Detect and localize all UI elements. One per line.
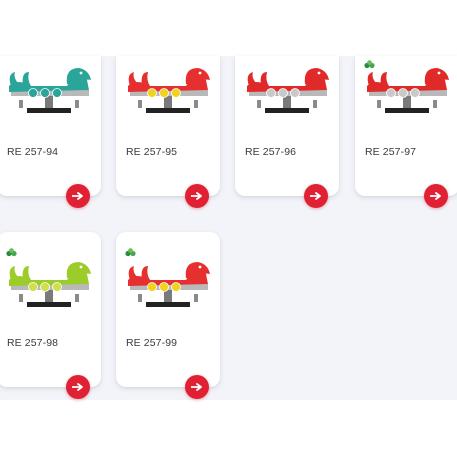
product-image: [235, 56, 339, 136]
arrow-right-icon: [191, 192, 202, 200]
arrow-right-icon: [72, 383, 83, 391]
product-image: [0, 56, 101, 136]
product-code: RE 257-97: [365, 146, 417, 158]
product-image: [355, 56, 457, 136]
open-product-button[interactable]: [66, 184, 90, 208]
open-product-button[interactable]: [304, 184, 328, 208]
arrow-right-icon: [72, 192, 83, 200]
open-product-button[interactable]: [185, 184, 209, 208]
product-card[interactable]: RE 257-99: [116, 232, 220, 399]
product-code: RE 257-96: [245, 146, 297, 158]
product-code: RE 257-94: [7, 146, 59, 158]
product-card[interactable]: RE 257-98: [0, 232, 101, 399]
product-card[interactable]: RE 257-94: [0, 56, 101, 208]
open-product-button[interactable]: [185, 375, 209, 399]
arrow-right-icon: [430, 192, 441, 200]
product-image: [116, 56, 220, 136]
product-image: [0, 250, 101, 330]
open-product-button[interactable]: [66, 375, 90, 399]
arrow-right-icon: [191, 383, 202, 391]
product-code: RE 257-95: [126, 146, 178, 158]
product-image: [116, 250, 220, 330]
product-code: RE 257-98: [7, 337, 59, 349]
arrow-right-icon: [310, 192, 321, 200]
product-card[interactable]: RE 257-97: [355, 56, 457, 208]
product-card[interactable]: RE 257-95: [116, 56, 220, 208]
product-card[interactable]: RE 257-96: [235, 56, 339, 208]
open-product-button[interactable]: [424, 184, 448, 208]
product-code: RE 257-99: [126, 337, 178, 349]
